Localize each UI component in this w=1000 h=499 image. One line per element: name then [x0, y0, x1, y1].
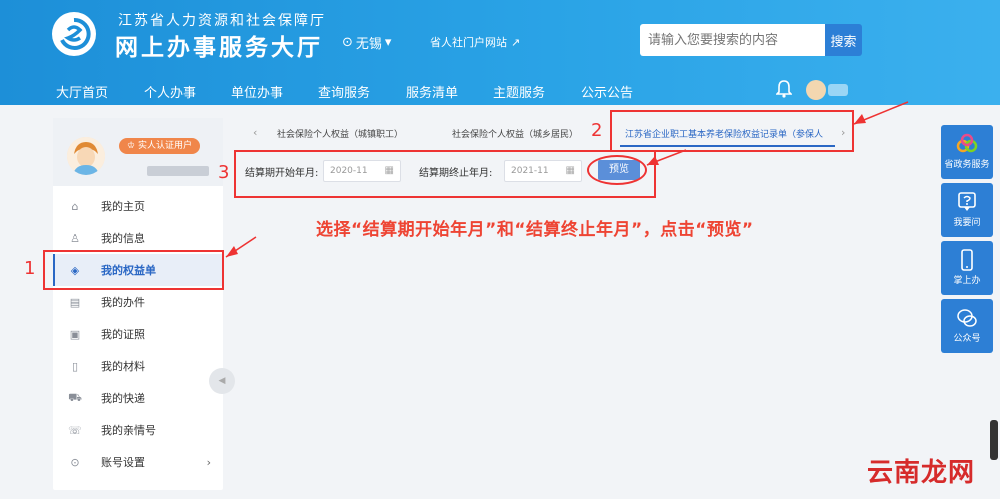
tool-label: 省政务服务 [944, 160, 990, 170]
tab-urban-rural[interactable]: 社会保险个人权益（城乡居民） [452, 127, 578, 140]
portal-link-label: 省人社门户网站 [430, 36, 507, 49]
header-bar: 江苏省人力资源和社会保障厅 网上办事服务大厅 ⊙ 无锡 ▾ 省人社门户网站 ↗ … [0, 0, 1000, 105]
sidebar: ♔ 实人认证用户 ⌂ 我的主页 ♙ 我的信息 ◈ 我的权益单 ▤ 我的办件 ▣ … [53, 118, 223, 490]
annotation-number-2: 2 [591, 120, 603, 141]
nav-item-personal[interactable]: 个人办事 [144, 82, 196, 101]
settings-icon: ⊙ [70, 455, 80, 469]
annotation-arrow-1 [225, 236, 257, 258]
location-pin-icon: ⊙ [342, 35, 353, 50]
nav-item-home[interactable]: 大厅首页 [56, 82, 108, 101]
sidebar-item-label: 我的快递 [101, 392, 145, 405]
main-nav: 大厅首页 个人办事 单位办事 查询服务 服务清单 主题服务 公示公告 [0, 75, 1000, 105]
nav-item-query[interactable]: 查询服务 [318, 82, 370, 101]
folder-icon: ▯ [71, 359, 79, 373]
verify-badge: ♔ 实人认证用户 [119, 138, 200, 154]
user-name-blurred [147, 166, 209, 176]
portal-link[interactable]: 省人社门户网站 ↗ [430, 34, 520, 50]
annotation-number-1: 1 [24, 258, 36, 279]
annotation-arrowhead-1 [226, 246, 238, 257]
tool-province-service[interactable]: 省政务服务 [941, 125, 993, 179]
org-name: 江苏省人力资源和社会保障厅 [118, 13, 326, 29]
user-card: ♔ 实人认证用户 [53, 118, 223, 186]
tab-prev-arrow[interactable]: ‹ [253, 126, 257, 139]
user-avatar-icon [67, 137, 105, 175]
tool-label: 我要问 [953, 218, 981, 228]
sidebar-item-label: 我的主页 [101, 200, 145, 213]
share-icon: ↗ [511, 35, 521, 49]
annotation-arrowhead-2 [854, 114, 866, 124]
sidebar-item-cases[interactable]: ▤ 我的办件 [53, 286, 223, 318]
nav-item-topic[interactable]: 主题服务 [493, 82, 545, 101]
search-button[interactable]: 搜索 [825, 24, 862, 56]
location-selector[interactable]: ⊙ 无锡 ▾ [342, 33, 391, 52]
sidebar-item-label: 我的材料 [101, 360, 145, 373]
nav-item-company[interactable]: 单位办事 [231, 82, 283, 101]
nav-item-service-list[interactable]: 服务清单 [406, 82, 458, 101]
sidebar-collapse-button[interactable]: ◀ [209, 368, 235, 394]
tool-mobile[interactable]: 掌上办 [941, 241, 993, 295]
annotation-circle-preview [587, 155, 647, 185]
annotation-box-1 [43, 250, 224, 290]
sidebar-item-express[interactable]: ⛟ 我的快递 [53, 382, 223, 414]
avatar[interactable] [806, 80, 826, 100]
logo[interactable] [52, 12, 96, 56]
tool-wechat[interactable]: 公众号 [941, 299, 993, 353]
verify-badge-label: 实人认证用户 [137, 141, 192, 151]
sidebar-item-licenses[interactable]: ▣ 我的证照 [53, 318, 223, 350]
question-icon [958, 192, 976, 211]
sidebar-item-label: 我的证照 [101, 328, 145, 341]
chevron-down-icon: ▾ [384, 35, 392, 50]
truck-icon: ⛟ [68, 390, 82, 404]
service-icon [956, 133, 978, 153]
annotation-box-2 [610, 110, 854, 152]
user-icon: ♙ [70, 231, 80, 245]
wechat-icon [957, 309, 977, 327]
location-label: 无锡 [355, 37, 382, 52]
user-avatar [67, 137, 105, 175]
sidebar-item-home[interactable]: ⌂ 我的主页 [53, 190, 223, 222]
hall-name: 网上办事服务大厅 [115, 35, 323, 61]
verify-icon: ♔ [127, 141, 136, 151]
watermark: 云南龙网 [867, 458, 976, 488]
user-name-blurred [828, 84, 848, 96]
tool-ask[interactable]: 我要问 [941, 183, 993, 237]
sidebar-item-settings[interactable]: ⊙ 账号设置 › [53, 446, 223, 478]
nav-item-announcement[interactable]: 公示公告 [581, 82, 633, 101]
id-card-icon: ▣ [69, 327, 81, 341]
home-icon: ⌂ [71, 199, 79, 213]
sidebar-item-family[interactable]: ☏ 我的亲情号 [53, 414, 223, 446]
sidebar-item-label: 我的办件 [101, 296, 145, 309]
sidebar-item-label: 我的信息 [101, 232, 145, 245]
tool-label: 公众号 [953, 334, 981, 344]
file-icon: ▤ [69, 295, 81, 309]
logo-icon [57, 17, 91, 51]
tab-urban-employee[interactable]: 社会保险个人权益（城镇职工） [277, 127, 403, 140]
annotation-arrow-2 [853, 101, 909, 125]
phone-icon [961, 249, 973, 271]
search-input[interactable] [640, 24, 825, 56]
chevron-right-icon: › [206, 455, 211, 469]
sidebar-item-label: 账号设置 [101, 456, 145, 469]
scrollbar-thumb[interactable] [990, 420, 998, 460]
contact-icon: ☏ [68, 423, 82, 437]
sidebar-item-materials[interactable]: ▯ 我的材料 [53, 350, 223, 382]
bell-icon[interactable] [776, 80, 792, 98]
tool-label: 掌上办 [953, 276, 981, 286]
sidebar-item-label: 我的亲情号 [101, 424, 156, 437]
instruction-text: 选择“结算期开始年月”和“结算终止年月”，点击“预览” [316, 220, 754, 240]
annotation-number-3: 3 [218, 162, 230, 183]
